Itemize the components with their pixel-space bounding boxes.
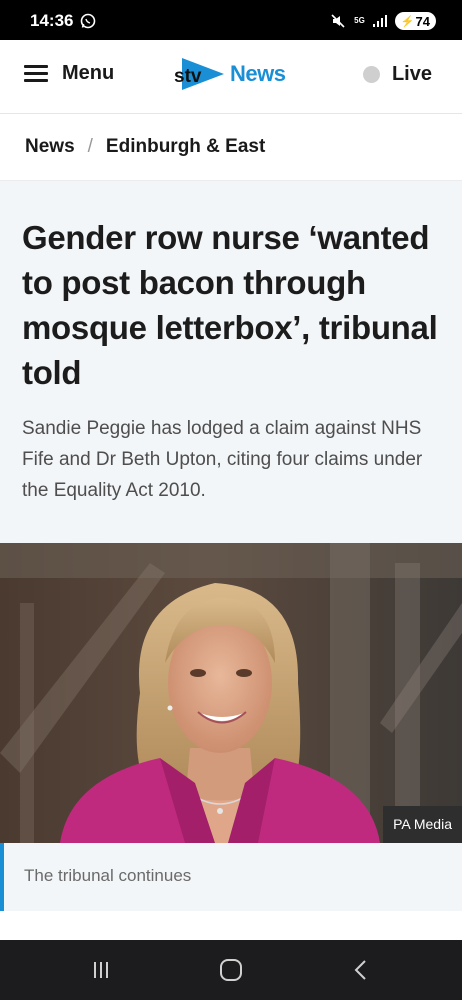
article-hero-image[interactable]: PA Media — [0, 543, 462, 843]
status-time: 14:36 — [30, 11, 74, 30]
breadcrumb: News / Edinburgh & East — [0, 114, 462, 181]
article-standfirst: Sandie Peggie has lodged a claim against… — [22, 418, 423, 501]
article-header: Gender row nurse ‘wanted to post bacon t… — [0, 181, 462, 543]
mute-icon — [331, 14, 345, 28]
home-icon[interactable] — [218, 958, 244, 982]
breadcrumb-news[interactable]: News — [25, 136, 75, 158]
status-bar: 14:36 5G ⚡ 74 — [0, 0, 462, 40]
article-headline: Gender row nurse ‘wanted to post bacon t… — [22, 219, 438, 391]
whatsapp-icon — [80, 13, 96, 29]
logo-brand-text: stv — [174, 66, 202, 87]
network-type: 5G — [354, 16, 365, 25]
hero-photo — [0, 543, 462, 843]
live-label: Live — [391, 63, 432, 85]
battery-indicator: ⚡ 74 — [394, 12, 436, 30]
image-credit: PA Media — [383, 806, 462, 843]
live-button[interactable]: Live — [362, 63, 432, 86]
system-navigation-bar — [0, 940, 462, 1000]
charging-icon: ⚡ — [400, 15, 415, 28]
stv-logo-mark: stv — [174, 58, 224, 90]
breadcrumb-edinburgh-east[interactable]: Edinburgh & East — [106, 136, 265, 158]
menu-label: Menu — [62, 62, 115, 84]
menu-button[interactable]: Menu — [24, 62, 114, 85]
top-nav: Menu stv News Live — [0, 40, 462, 114]
hamburger-icon — [24, 64, 48, 83]
back-icon[interactable] — [348, 958, 374, 982]
page-continuation — [0, 911, 462, 940]
live-status-dot — [362, 66, 380, 83]
breadcrumb-separator: / — [87, 136, 93, 157]
battery-level: 74 — [415, 13, 430, 29]
image-caption: The tribunal continues — [0, 843, 462, 911]
status-icons: 5G ⚡ 74 — [330, 12, 436, 30]
recents-icon[interactable] — [88, 958, 114, 982]
stv-news-logo[interactable]: stv News — [172, 54, 286, 94]
signal-icon — [372, 15, 387, 27]
logo-section-text: News — [230, 61, 286, 86]
